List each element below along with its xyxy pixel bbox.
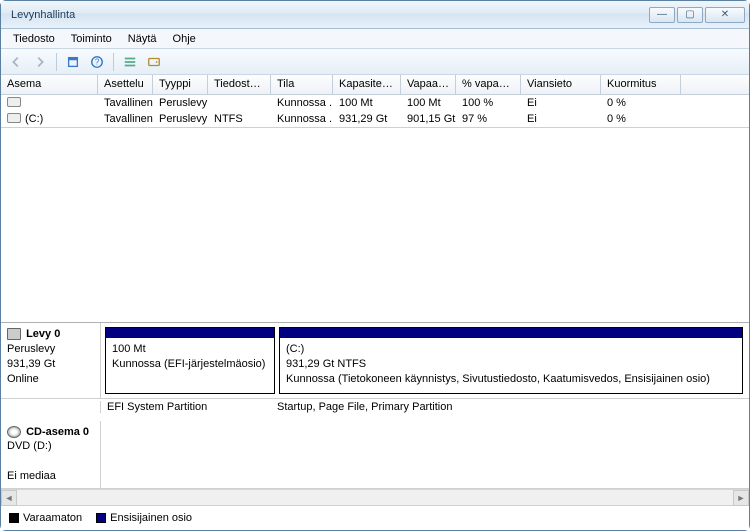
disk-view-button[interactable]: [143, 51, 165, 73]
cell: Peruslevy: [153, 112, 208, 126]
disk-title: Levy 0: [26, 328, 60, 340]
cell: 0 %: [601, 96, 681, 110]
drive-icon: [7, 113, 21, 123]
volume-grid: Asema Asettelu Tyyppi Tiedostojärj... Ti…: [1, 75, 749, 128]
cell: Peruslevy: [153, 96, 208, 110]
menu-ohje[interactable]: Ohje: [165, 31, 204, 47]
disk-row-0: Levy 0 Peruslevy 931,39 Gt Online 100 Mt…: [1, 323, 749, 399]
table-row[interactable]: (C:) Tavallinen Peruslevy NTFS Kunnossa …: [1, 111, 749, 127]
col-vapaa[interactable]: Vapaa tila: [401, 75, 456, 94]
cell: Ei: [521, 112, 601, 126]
toolbar-separator: [56, 53, 57, 71]
vol-line: Kunnossa (Tietokoneen käynnistys, Sivutu…: [286, 372, 736, 387]
cell: 901,15 Gt: [401, 112, 456, 126]
close-button[interactable]: ✕: [705, 7, 745, 23]
grid-whitespace: [1, 128, 749, 322]
cell: 97 %: [456, 112, 521, 126]
disk-label[interactable]: Levy 0 Peruslevy 931,39 Gt Online: [1, 323, 101, 398]
col-kap[interactable]: Kapasiteetti: [333, 75, 401, 94]
scroll-right-icon[interactable]: ►: [733, 490, 749, 506]
legend-primary: Ensisijainen osio: [96, 512, 192, 524]
refresh-button[interactable]: [62, 51, 84, 73]
dvd-icon: [7, 426, 21, 438]
col-tila[interactable]: Tila: [271, 75, 333, 94]
window-buttons: — ▢ ✕: [649, 7, 745, 23]
forward-button[interactable]: [29, 51, 51, 73]
scroll-left-icon[interactable]: ◄: [1, 490, 17, 506]
legend: Varaamaton Ensisijainen osio: [1, 505, 749, 530]
swatch-navy-icon: [96, 513, 106, 523]
col-asettelu[interactable]: Asettelu: [98, 75, 153, 94]
cell: Tavallinen: [98, 96, 153, 110]
vol-line: 931,29 Gt NTFS: [286, 357, 736, 372]
cd-sub: DVD (D:): [7, 440, 52, 452]
meta-left: EFI System Partition: [101, 401, 271, 413]
cd-label[interactable]: CD-asema 0 DVD (D:) Ei mediaa: [1, 421, 101, 488]
disk-size: 931,39 Gt: [7, 358, 55, 370]
drive-icon: [7, 97, 21, 107]
cell: Tavallinen: [98, 112, 153, 126]
grid-body: Tavallinen Peruslevy Kunnossa ... 100 Mt…: [1, 95, 749, 127]
col-tyyppi[interactable]: Tyyppi: [153, 75, 208, 94]
disk-icon: [7, 328, 21, 340]
vol-line: Kunnossa (EFI-järjestelmäosio): [112, 357, 268, 372]
cell: [208, 102, 271, 104]
svg-text:?: ?: [95, 57, 100, 66]
cell: 931,29 Gt: [333, 112, 401, 126]
col-kuorm[interactable]: Kuormitus: [601, 75, 681, 94]
menu-bar: Tiedosto Toiminto Näytä Ohje: [1, 29, 749, 49]
help-button[interactable]: ?: [86, 51, 108, 73]
disk-status: Online: [7, 373, 39, 385]
volume-bar: [106, 328, 274, 338]
volume-efi[interactable]: 100 Mt Kunnossa (EFI-järjestelmäosio): [105, 327, 275, 394]
col-tj[interactable]: Tiedostojärj...: [208, 75, 271, 94]
cell: 100 %: [456, 96, 521, 110]
minimize-button[interactable]: —: [649, 7, 675, 23]
menu-toiminto[interactable]: Toiminto: [63, 31, 120, 47]
vol-line: (C:): [286, 342, 736, 357]
disk-meta-row: EFI System Partition Startup, Page File,…: [1, 399, 749, 421]
disk-panel: Levy 0 Peruslevy 931,39 Gt Online 100 Mt…: [1, 322, 749, 530]
grid-header: Asema Asettelu Tyyppi Tiedostojärj... Ti…: [1, 75, 749, 95]
window-title: Levynhallinta: [11, 9, 649, 21]
title-bar: Levynhallinta — ▢ ✕: [1, 1, 749, 29]
cell: Kunnossa ...: [271, 112, 333, 126]
cell: Ei: [521, 96, 601, 110]
col-vian[interactable]: Viansieto: [521, 75, 601, 94]
menu-tiedosto[interactable]: Tiedosto: [5, 31, 63, 47]
swatch-black-icon: [9, 513, 19, 523]
cd-area: [101, 421, 749, 488]
cell: 100 Mt: [401, 96, 456, 110]
vol-line: 100 Mt: [112, 342, 268, 357]
volume-c[interactable]: (C:) 931,29 Gt NTFS Kunnossa (Tietokonee…: [279, 327, 743, 394]
disk-row-cd: CD-asema 0 DVD (D:) Ei mediaa: [1, 421, 749, 489]
toolbar: ?: [1, 49, 749, 75]
table-row[interactable]: Tavallinen Peruslevy Kunnossa ... 100 Mt…: [1, 95, 749, 111]
volume-bar: [280, 328, 742, 338]
disk-type: Peruslevy: [7, 343, 55, 355]
cd-status: Ei mediaa: [7, 470, 56, 482]
col-asema[interactable]: Asema: [1, 75, 98, 94]
cell: Kunnossa ...: [271, 96, 333, 110]
cell: (C:): [25, 113, 43, 125]
toolbar-separator: [113, 53, 114, 71]
back-button[interactable]: [5, 51, 27, 73]
menu-nayta[interactable]: Näytä: [120, 31, 165, 47]
cd-title: CD-asema 0: [26, 426, 89, 438]
cell: 100 Mt: [333, 96, 401, 110]
disk-areas: 100 Mt Kunnossa (EFI-järjestelmäosio) (C…: [101, 323, 749, 398]
cell: NTFS: [208, 112, 271, 126]
meta-right: Startup, Page File, Primary Partition: [271, 401, 749, 413]
cell: 0 %: [601, 112, 681, 126]
maximize-button[interactable]: ▢: [677, 7, 703, 23]
legend-unallocated: Varaamaton: [9, 512, 82, 524]
list-view-button[interactable]: [119, 51, 141, 73]
col-pct[interactable]: % vapaana: [456, 75, 521, 94]
horizontal-scrollbar[interactable]: ◄ ►: [1, 489, 749, 505]
